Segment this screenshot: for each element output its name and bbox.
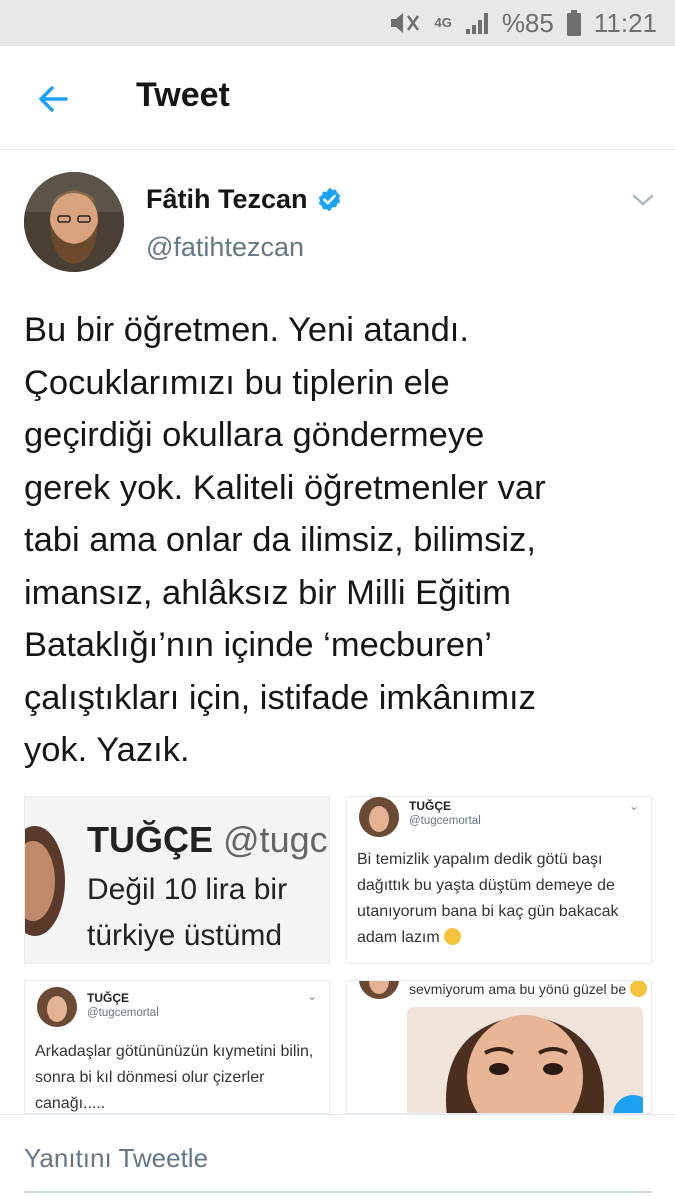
- author-avatar[interactable]: [24, 172, 124, 272]
- screenshot-name: TUĞÇE: [87, 991, 129, 1005]
- chevron-down-icon: ⌄: [307, 989, 318, 1003]
- author-name-text: Fâtih Tezcan: [146, 184, 308, 214]
- signal-icon: [464, 10, 490, 36]
- back-arrow-icon[interactable]: [36, 82, 70, 116]
- screenshot-handle: @tugcemortal: [409, 815, 481, 827]
- screenshot-line: türkiye üstümd: [87, 919, 283, 952]
- reply-bar: Yanıtını Tweetle: [0, 1114, 675, 1200]
- screenshot-text: Arkadaşlar götününüzün kıymetini bilin, …: [35, 1039, 314, 1113]
- tweet-line: tabi ama onlar da ilimsiz, bilimsiz,: [24, 521, 536, 559]
- status-bar: 4G %85 11:21: [0, 0, 675, 46]
- tweet-line: imansız, ahlâksız bir Milli Eğitim: [24, 573, 511, 612]
- media-image-2[interactable]: TUĞÇE @tugcemortal ⌄ Bi temizlik yapalım…: [346, 796, 652, 964]
- mute-icon: [388, 10, 422, 36]
- avatar: [359, 981, 399, 999]
- emoji-icon: [630, 981, 647, 997]
- divider: [24, 1191, 652, 1193]
- screenshot-line: sevmiyorum ama bu yönü güzel be: [409, 981, 627, 997]
- verified-badge-icon: [318, 187, 340, 212]
- tweet-line: yok. Yazık.: [24, 731, 190, 769]
- media-grid: TUĞÇE @tugce Değil 10 lira bir türkiye ü…: [24, 796, 652, 1114]
- screenshot-line: canağı.....: [35, 1095, 106, 1112]
- app-header: Tweet: [0, 46, 675, 150]
- reply-input[interactable]: Yanıtını Tweetle: [24, 1143, 208, 1174]
- chevron-down-icon[interactable]: [630, 190, 656, 210]
- screenshot-text: sevmiyorum ama bu yönü güzel be: [409, 981, 647, 999]
- tweet-line: Çocuklarımızı bu tiplerin ele: [24, 363, 450, 402]
- author-name[interactable]: Fâtih Tezcan: [146, 184, 343, 215]
- media-image-4[interactable]: sevmiyorum ama bu yönü güzel be: [346, 980, 652, 1114]
- page-title: Tweet: [136, 76, 230, 114]
- avatar: [359, 797, 399, 837]
- screenshot-line: Arkadaşlar götününüzün kıymetini bilin,: [35, 1043, 314, 1060]
- tweet-line: geçirdiği okullara göndermeye: [24, 416, 485, 454]
- photo-crop: [25, 826, 65, 936]
- screenshot-line: utanıyorum bana bi kaç gün bakacak: [357, 903, 619, 920]
- tweet-text: Bu bir öğretmen. Yeni atandı. Çocuklarım…: [24, 304, 654, 777]
- media-image-1[interactable]: TUĞÇE @tugce Değil 10 lira bir türkiye ü…: [24, 796, 330, 964]
- screenshot-line: adam lazım: [357, 925, 619, 951]
- screenshot-line: dağıttık bu yaşta düştüm demeye de: [357, 877, 615, 894]
- screenshot-handle: @tugcemortal: [87, 1007, 159, 1019]
- screenshot-handle: @tugce: [223, 819, 329, 860]
- tweet-line: çalıştıkları için, istifade imkânımız: [24, 678, 536, 717]
- screenshot-line: sonra bi kıl dönmesi olur çizerler: [35, 1069, 265, 1086]
- avatar: [37, 987, 77, 1027]
- author-handle[interactable]: @fatihtezcan: [146, 232, 304, 263]
- network-type: 4G: [434, 15, 452, 30]
- emoji-icon: [444, 928, 462, 945]
- selfie-photo: [407, 1007, 643, 1113]
- battery-percent: %85: [501, 7, 554, 38]
- screenshot-name: TUĞÇE @tugce: [87, 819, 329, 861]
- tweet-line: gerek yok. Kaliteli öğretmenler var: [24, 468, 546, 507]
- screenshot-name-text: TUĞÇE: [87, 819, 213, 860]
- chevron-down-icon: ⌄: [629, 799, 640, 813]
- clock: 11:21: [593, 7, 657, 38]
- screenshot-line: Değil 10 lira bir: [87, 873, 288, 906]
- tweet-line: Bataklığı’nın içinde ‘mecburen’: [24, 626, 492, 664]
- battery-icon: [566, 9, 582, 37]
- tweet-line: Bu bir öğretmen. Yeni atandı.: [24, 311, 469, 349]
- screenshot-line: Bi temizlik yapalım dedik götü başı: [357, 851, 603, 868]
- screenshot-name: TUĞÇE: [409, 799, 451, 813]
- media-image-3[interactable]: TUĞÇE @tugcemortal ⌄ Arkadaşlar götününü…: [24, 980, 330, 1114]
- screenshot-text: Bi temizlik yapalım dedik götü başı dağı…: [357, 847, 619, 951]
